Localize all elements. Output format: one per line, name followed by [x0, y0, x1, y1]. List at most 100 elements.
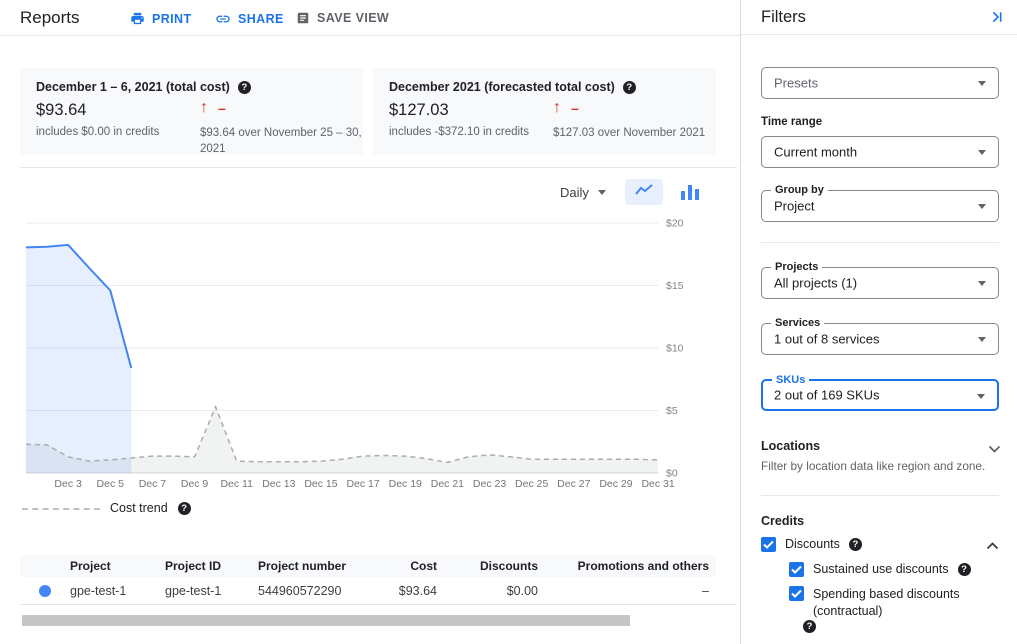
- locations-description: Filter by location data like region and …: [761, 459, 1001, 473]
- filters-title: Filters: [761, 8, 806, 27]
- table-cell: –: [538, 584, 709, 598]
- chevron-down-icon: [978, 337, 986, 342]
- filters-divider: [761, 242, 999, 243]
- comparison-text: $93.64 over November 25 – 30, 2021: [200, 126, 362, 157]
- x-axis-label: Dec 19: [389, 478, 422, 490]
- chevron-up-icon[interactable]: [986, 537, 999, 553]
- spending-based-discounts-checkbox[interactable]: [789, 586, 804, 601]
- column-header: Discounts: [437, 559, 538, 573]
- cost-breakdown-table: ProjectProject IDProject numberCostDisco…: [20, 555, 716, 604]
- x-axis-label: Dec 11: [220, 478, 253, 490]
- table-cell: $93.64: [370, 584, 437, 598]
- projects-dropdown[interactable]: Projects All projects (1): [761, 267, 999, 299]
- x-axis-label: Dec 21: [431, 478, 464, 490]
- table-cell: gpe-test-1: [165, 584, 258, 598]
- skus-dropdown[interactable]: SKUs 2 out of 169 SKUs: [761, 379, 999, 411]
- sustained-discounts-row: Sustained use discounts ?: [789, 562, 971, 577]
- chevron-down-icon: [978, 204, 986, 209]
- locations-section-label: Locations: [761, 439, 820, 453]
- page-title: Reports: [20, 8, 80, 28]
- print-button[interactable]: PRINT: [130, 11, 192, 26]
- help-icon[interactable]: ?: [238, 81, 251, 94]
- table-row[interactable]: gpe-test-1gpe-test-1544960572290$93.64$0…: [20, 577, 716, 604]
- card-title: December 1 – 6, 2021 (total cost): [36, 80, 230, 94]
- help-icon[interactable]: ?: [178, 502, 191, 515]
- column-header: Project number: [258, 559, 370, 573]
- filters-header: Filters: [741, 0, 1017, 35]
- share-button[interactable]: SHARE: [215, 11, 284, 27]
- y-axis-label: $20: [666, 218, 684, 230]
- chevron-down-icon: [977, 394, 985, 399]
- collapse-panel-icon[interactable]: [988, 9, 1004, 30]
- x-axis-label: Dec 7: [139, 478, 167, 490]
- table-cell: gpe-test-1: [70, 584, 165, 598]
- credits-section-label: Credits: [761, 514, 804, 528]
- time-range-dropdown[interactable]: Current month: [761, 136, 999, 168]
- x-axis-label: Dec 13: [262, 478, 295, 490]
- time-range-label: Time range: [761, 116, 822, 128]
- help-icon[interactable]: ?: [623, 81, 636, 94]
- trend-up-icon: ↑: [553, 100, 561, 116]
- horizontal-scrollbar[interactable]: [22, 615, 630, 626]
- chevron-down-icon: [978, 150, 986, 155]
- comparison-text: $127.03 over November 2021: [553, 126, 715, 142]
- chevron-down-icon: [978, 281, 986, 286]
- trend-dash-icon: –: [218, 101, 226, 115]
- trend-up-icon: ↑: [200, 100, 208, 116]
- presets-dropdown[interactable]: Presets: [761, 67, 999, 99]
- link-icon: [215, 11, 231, 27]
- help-icon[interactable]: ?: [958, 563, 971, 576]
- x-axis-label: Dec 25: [515, 478, 548, 490]
- x-axis-label: Dec 29: [599, 478, 632, 490]
- table-cell: $0.00: [437, 584, 538, 598]
- legend-label: Cost trend: [110, 501, 168, 515]
- x-axis-label: Dec 17: [346, 478, 379, 490]
- summary-cards: December 1 – 6, 2021 (total cost) ? $93.…: [20, 68, 716, 155]
- x-axis-label: Dec 15: [304, 478, 337, 490]
- total-cost-amount: $93.64: [36, 101, 86, 120]
- discounts-checkbox[interactable]: [761, 537, 776, 552]
- filters-divider: [761, 495, 999, 496]
- save-view-icon: [296, 11, 310, 25]
- help-icon[interactable]: ?: [803, 620, 816, 633]
- page-header: Reports PRINT SHARE SAVE VIEW: [0, 0, 740, 36]
- chevron-down-icon[interactable]: [988, 441, 1001, 459]
- trend-dash-icon: –: [571, 101, 579, 115]
- chevron-down-icon: [978, 81, 986, 86]
- y-axis-label: $15: [666, 280, 684, 292]
- group-by-dropdown[interactable]: Group by Project: [761, 190, 999, 222]
- credits-note: includes $0.00 in credits: [36, 126, 159, 138]
- discounts-filter-row: Discounts ?: [761, 537, 999, 553]
- forecast-cost-card: December 2021 (forecasted total cost) ? …: [373, 68, 716, 155]
- billing-reports-page: Reports PRINT SHARE SAVE VIEW December 1…: [0, 0, 1017, 644]
- series-area-daily-cost: [26, 245, 131, 473]
- credits-note: includes -$372.10 in credits: [389, 126, 529, 138]
- x-axis-label: Dec 5: [97, 478, 125, 490]
- forecast-cost-amount: $127.03: [389, 101, 449, 120]
- x-axis-label: Dec 9: [181, 478, 209, 490]
- save-view-button[interactable]: SAVE VIEW: [296, 11, 389, 25]
- table-divider: [20, 604, 737, 605]
- x-axis-label: Dec 3: [54, 478, 82, 490]
- spending-discounts-row: Spending based discounts (contractual): [789, 586, 965, 620]
- column-header: Project: [70, 559, 165, 573]
- table-cell: 544960572290: [258, 584, 370, 598]
- chart-legend: Cost trend ?: [22, 501, 191, 515]
- checkbox-label: Sustained use discounts: [813, 562, 949, 576]
- sustained-use-discounts-checkbox[interactable]: [789, 562, 804, 577]
- x-axis-label: Dec 31: [641, 478, 674, 490]
- services-dropdown[interactable]: Services 1 out of 8 services: [761, 323, 999, 355]
- column-header: Promotions and others: [538, 559, 709, 573]
- cost-trend-dash-icon: [22, 508, 100, 510]
- help-icon[interactable]: ?: [849, 538, 862, 551]
- table-header-row: ProjectProject IDProject numberCostDisco…: [20, 555, 716, 577]
- series-color-dot: [39, 585, 51, 597]
- checkbox-label: Discounts: [785, 537, 840, 551]
- x-axis-label: Dec 27: [557, 478, 590, 490]
- card-title: December 2021 (forecasted total cost): [389, 80, 615, 94]
- column-header: Project ID: [165, 559, 258, 573]
- total-cost-card: December 1 – 6, 2021 (total cost) ? $93.…: [20, 68, 363, 155]
- y-axis-label: $5: [666, 405, 678, 417]
- print-icon: [130, 11, 145, 26]
- column-header: Cost: [370, 559, 437, 573]
